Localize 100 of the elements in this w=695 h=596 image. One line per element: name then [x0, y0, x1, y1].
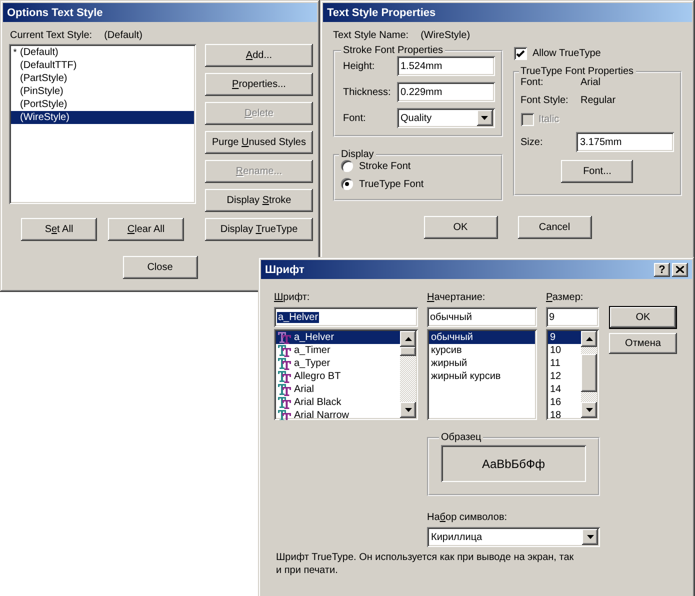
truetype-icon — [278, 410, 291, 420]
input-field[interactable]: a_Helver — [274, 307, 418, 327]
truetype-icon — [278, 358, 291, 370]
scroll-down-button[interactable] — [400, 402, 416, 418]
help-button[interactable]: ? — [654, 262, 670, 276]
input-field[interactable]: 3.175mm — [576, 132, 674, 152]
window-title: Шрифт — [265, 264, 306, 276]
field-label: Size: — [520, 136, 543, 148]
truetype-icon — [278, 332, 291, 344]
property-value: Regular — [580, 95, 616, 106]
style-action-button[interactable]: Clear All — [108, 218, 184, 241]
option-list[interactable]: обычный курсив жирный жирный курсив — [427, 329, 537, 420]
radio-label[interactable]: TrueType Font — [359, 178, 424, 190]
caret-down-icon — [481, 116, 488, 120]
style-action-button[interactable]: Display Stroke — [205, 189, 313, 212]
input-field[interactable]: 9 — [546, 307, 599, 327]
list-item[interactable]: 10 — [548, 344, 581, 357]
list-item[interactable]: a_Typer — [276, 357, 400, 370]
caret-down-icon — [586, 408, 592, 412]
list-item[interactable]: 14 — [548, 383, 581, 396]
list-item[interactable]: жирный курсив — [429, 370, 535, 383]
list-item[interactable]: 18 — [548, 409, 581, 420]
input-field[interactable]: 0.229mm — [396, 82, 494, 102]
style-name-label: Text Style Name: — [333, 30, 409, 41]
scroll-up-button[interactable] — [400, 331, 416, 347]
scrollbar[interactable] — [581, 331, 597, 418]
column-label: Начертание: — [427, 292, 486, 305]
scrollbar[interactable] — [400, 331, 416, 418]
caret-up-icon — [586, 337, 592, 341]
style-list-item[interactable]: (DefaultTTF) — [11, 59, 194, 72]
ok-button[interactable]: OK — [609, 306, 677, 329]
style-list-item[interactable]: (WireStyle) — [11, 111, 194, 124]
list-item[interactable]: a_Helver — [276, 331, 400, 344]
dialog-button[interactable]: Cancel — [518, 216, 592, 239]
checkbox[interactable] — [514, 47, 526, 60]
radio-button[interactable] — [341, 178, 353, 190]
cancel-button[interactable]: Отмена — [609, 333, 677, 354]
list-item[interactable]: Arial Black — [276, 396, 400, 409]
truetype-icon — [278, 370, 291, 382]
sample-preview: AaBbБбФф — [441, 445, 586, 482]
group-title: Display — [340, 149, 375, 160]
list-item[interactable]: курсив — [429, 344, 535, 357]
close-button[interactable] — [672, 262, 688, 276]
window-title: Options Text Style — [7, 6, 104, 18]
style-action-button[interactable]: Display TrueType — [205, 218, 313, 241]
close-icon — [676, 266, 684, 273]
field-label: Height: — [343, 60, 375, 72]
current-style-label: Current Text Style: — [10, 30, 92, 41]
scroll-up-button[interactable] — [581, 331, 597, 347]
style-action-button[interactable]: Purge Unused Styles — [205, 131, 313, 154]
charset-label: Набор символов: — [427, 512, 508, 523]
style-action-button[interactable]: Add... — [205, 44, 313, 67]
font-button[interactable]: Font... — [561, 160, 634, 183]
input-field[interactable]: обычный — [427, 307, 537, 327]
property-value: Arial — [580, 77, 601, 88]
list-item[interactable]: 12 — [548, 370, 581, 383]
font-dropdown[interactable]: Quality — [396, 108, 494, 128]
scroll-down-button[interactable] — [581, 402, 597, 418]
charset-dropdown[interactable]: Кириллица — [427, 527, 600, 547]
list-item[interactable]: Arial — [276, 383, 400, 396]
style-action-button[interactable]: Set All — [21, 218, 97, 241]
style-action-button[interactable]: Properties... — [205, 73, 313, 96]
input-field[interactable]: 1.524mm — [396, 56, 494, 76]
scrollbar-thumb[interactable] — [581, 354, 597, 392]
radio-button[interactable] — [341, 160, 353, 172]
truetype-icon — [278, 344, 291, 356]
list-item[interactable]: обычный — [429, 331, 535, 344]
list-item[interactable]: Allegro BT — [276, 370, 400, 383]
checkbox-label[interactable]: Allow TrueType — [532, 48, 601, 59]
radio-label[interactable]: Stroke Font — [359, 160, 411, 172]
list-item[interactable]: a_Timer — [276, 344, 400, 357]
caret-down-icon — [586, 535, 594, 539]
caret-up-icon — [404, 337, 412, 341]
field-label: Font: — [343, 112, 366, 124]
style-list-item[interactable]: * (Default) — [11, 46, 194, 59]
list-item[interactable]: 16 — [548, 396, 581, 409]
truetype-icon — [278, 396, 291, 408]
truetype-icon — [278, 384, 291, 396]
style-list-item[interactable]: (PortStyle) — [11, 98, 194, 111]
column-label: Шрифт: — [274, 292, 311, 305]
list-item[interactable]: 9 — [548, 331, 581, 344]
field-label: Thickness: — [343, 86, 391, 98]
option-list[interactable]: 9 10 11 12 14 16 18 — [546, 329, 599, 420]
group-title: TrueType Font Properties — [520, 66, 635, 77]
group-title: Образец — [440, 432, 482, 443]
close-button[interactable]: Close — [122, 256, 198, 279]
style-name-value: (WireStyle) — [420, 30, 470, 41]
list-item[interactable]: жирный — [429, 357, 535, 370]
property-label: Font Style: — [520, 95, 570, 106]
list-item[interactable]: 11 — [548, 357, 581, 370]
window-title: Text Style Properties — [327, 6, 437, 18]
style-list[interactable]: * (Default) (DefaultTTF) (PartStyle) (PinStyle) (PortStyle) (WireStyle) — [9, 44, 196, 204]
option-list[interactable]: a_Helver a_Timer a_Typer Allegro BT Arial Arial Black Arial Narrow — [274, 329, 418, 420]
scrollbar-thumb[interactable] — [400, 347, 416, 356]
current-style-value: (Default) — [104, 30, 142, 41]
style-list-item[interactable]: (PartStyle) — [11, 72, 194, 85]
font-description: Шрифт TrueType. Он используется как при выводе на экран, так и при печати. — [275, 551, 575, 577]
list-item[interactable]: Arial Narrow — [276, 409, 400, 420]
style-list-item[interactable]: (PinStyle) — [11, 85, 194, 98]
dialog-button[interactable]: OK — [424, 216, 498, 239]
